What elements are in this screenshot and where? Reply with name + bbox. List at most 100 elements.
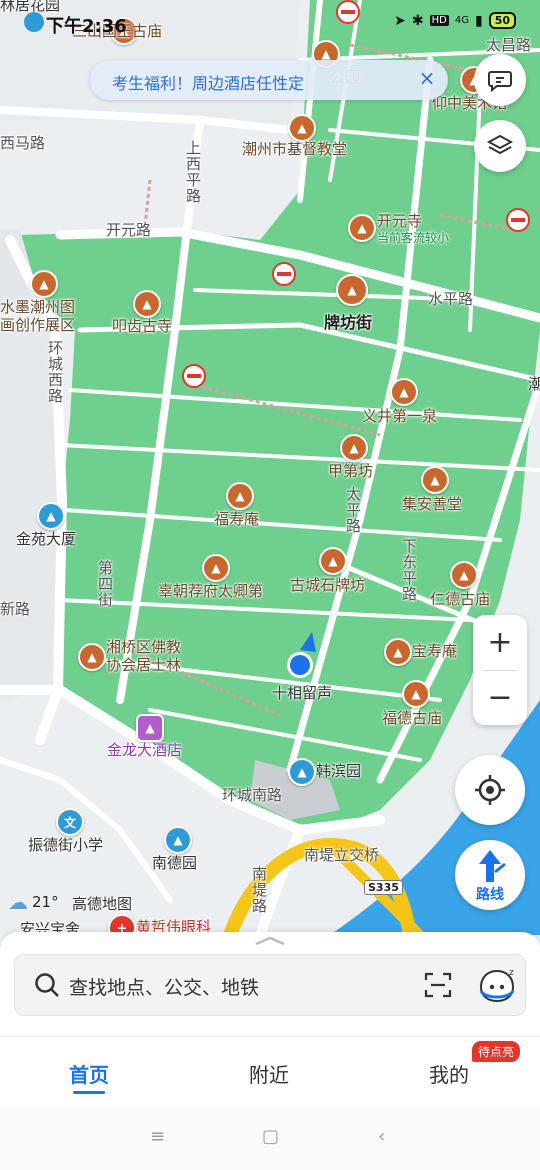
no-entry-icon: [506, 208, 530, 232]
park-icon[interactable]: ▲: [288, 758, 316, 786]
route-button[interactable]: 路线: [455, 840, 525, 910]
hotel-icon[interactable]: ▲: [136, 714, 164, 742]
scan-icon[interactable]: [423, 970, 453, 1000]
temple-icon[interactable]: ▲: [340, 434, 368, 462]
menu-icon[interactable]: ≡: [150, 1126, 165, 1147]
signal-icon: ▮: [474, 12, 483, 29]
temple-icon[interactable]: ▲: [226, 482, 254, 510]
search-input[interactable]: 查找地点、公交、地铁: [69, 973, 259, 1000]
buddhist-icon[interactable]: ▲: [78, 643, 106, 671]
map-label: 古城石牌坊: [290, 576, 366, 594]
map-label: 潮州市基督教堂: [242, 140, 348, 158]
cloud-icon: ☁: [8, 890, 28, 914]
archway-icon[interactable]: ▲: [336, 274, 368, 306]
mansion-icon[interactable]: ▲: [202, 554, 230, 582]
map-label: 振德街小学: [28, 836, 104, 854]
road-label: 南堤路: [250, 866, 268, 914]
map-logo: 高德地图: [72, 895, 133, 913]
temple-icon[interactable]: ▲: [421, 466, 449, 494]
zoom-control: + −: [473, 615, 527, 725]
map-label: 南德园: [152, 854, 198, 872]
hd-badge: HD: [429, 15, 449, 26]
map-label: 仁德古庙: [430, 590, 491, 608]
map-label: 集安善堂: [402, 495, 463, 513]
temple-icon[interactable]: ▲: [450, 561, 478, 589]
status-badge: 待点亮: [472, 1041, 521, 1062]
home-icon[interactable]: ▢: [262, 1126, 279, 1147]
zoom-out-button[interactable]: −: [473, 670, 527, 725]
well-icon[interactable]: ▲: [390, 378, 418, 406]
message-button[interactable]: [474, 54, 526, 106]
temple-icon[interactable]: ▲: [384, 638, 412, 666]
residential-icon[interactable]: ▲: [164, 826, 192, 854]
status-time: 下午2:36: [46, 16, 127, 37]
weather-temp: 21°: [32, 893, 59, 911]
bottom-sheet[interactable]: 查找地点、公交、地铁 z: [0, 932, 540, 1036]
road-label: 西马路: [0, 134, 46, 152]
map-label: 牌坊街: [324, 313, 373, 332]
back-icon[interactable]: ‹: [378, 1126, 385, 1147]
chat-icon: [488, 71, 512, 93]
layers-button[interactable]: [474, 120, 526, 172]
tab-mine[interactable]: 我的: [429, 1059, 469, 1088]
svg-text:z: z: [509, 968, 514, 978]
road-label: 太平路: [344, 486, 362, 534]
tab-home[interactable]: 首页: [69, 1059, 109, 1088]
no-entry-icon: [272, 262, 296, 286]
temple-icon[interactable]: ▲: [348, 214, 376, 242]
map-label: 义井第一泉: [362, 407, 438, 425]
network-label: 4G: [454, 15, 469, 26]
location-icon: ➤: [394, 12, 406, 29]
promo-text[interactable]: 考生福利！周边酒店任性定: [112, 70, 304, 94]
layers-icon: [486, 134, 514, 155]
highway-shield: S335: [364, 880, 403, 895]
app-status-icon: [24, 12, 44, 32]
route-label[interactable]: 路线: [455, 884, 525, 904]
school-icon[interactable]: 文: [56, 808, 84, 836]
map-label: 叩齿古寺: [112, 317, 173, 335]
status-bar: 下午2:36 ➤ ✱ HD 4G ▮ 50: [0, 0, 540, 44]
map-label: 十相留声: [272, 684, 333, 702]
weather-widget[interactable]: ☁ 21°: [8, 890, 59, 914]
road-label: 环城南路: [222, 786, 283, 804]
search-bar[interactable]: 查找地点、公交、地铁 z: [14, 954, 526, 1016]
map-label: 宝寿庵: [412, 642, 458, 660]
system-nav-bar: ≡ ▢ ‹: [0, 1106, 540, 1170]
map-label: 甲第坊: [328, 462, 374, 480]
no-entry-icon: [182, 364, 206, 388]
road-label: 水平路: [428, 290, 474, 308]
locate-icon: [475, 775, 505, 805]
temple-icon[interactable]: ▲: [402, 680, 430, 708]
promo-banner[interactable]: 考生福利！周边酒店任性定 ×: [90, 60, 448, 100]
assistant-icon[interactable]: z: [477, 965, 517, 1005]
tab-nearby[interactable]: 附近: [249, 1059, 289, 1088]
temple-icon[interactable]: ▲: [133, 290, 161, 318]
map-label: 金苑大厦: [16, 530, 77, 548]
status-icons: ➤ ✱ HD 4G ▮ 50: [394, 12, 516, 29]
map-label: 画创作展区: [0, 316, 76, 334]
museum-icon[interactable]: ▲: [30, 270, 58, 298]
tab-bar: 首页 附近 我的 待点亮: [0, 1036, 540, 1107]
locate-button[interactable]: [455, 755, 525, 825]
search-icon: [35, 973, 59, 997]
map-label: 湘桥区佛教: [106, 638, 182, 656]
map-label: 韩滨园: [316, 762, 362, 780]
map-label: 水墨潮州图: [0, 298, 76, 316]
road-label: 下东平路: [400, 538, 418, 602]
map-label: 金龙大酒店: [107, 741, 183, 759]
chevron-up-icon[interactable]: [254, 936, 286, 946]
route-arrow-icon: [479, 850, 506, 882]
map-label: 辜朝荐府太卿第: [158, 582, 264, 600]
road-label: 开元路: [106, 221, 152, 239]
zoom-in-button[interactable]: +: [473, 615, 527, 670]
building-icon[interactable]: ▲: [37, 502, 65, 530]
archway-icon[interactable]: ▲: [319, 547, 347, 575]
close-icon[interactable]: ×: [414, 66, 440, 90]
church-icon[interactable]: ▲: [288, 114, 316, 142]
map-label: 福德古庙: [382, 709, 443, 727]
map-label: 协会居士林: [106, 656, 182, 674]
tab-active-indicator: [73, 1091, 105, 1094]
bluetooth-icon: ✱: [411, 12, 424, 29]
map-label: 潮: [528, 375, 540, 393]
road-label: 新路: [0, 600, 31, 618]
